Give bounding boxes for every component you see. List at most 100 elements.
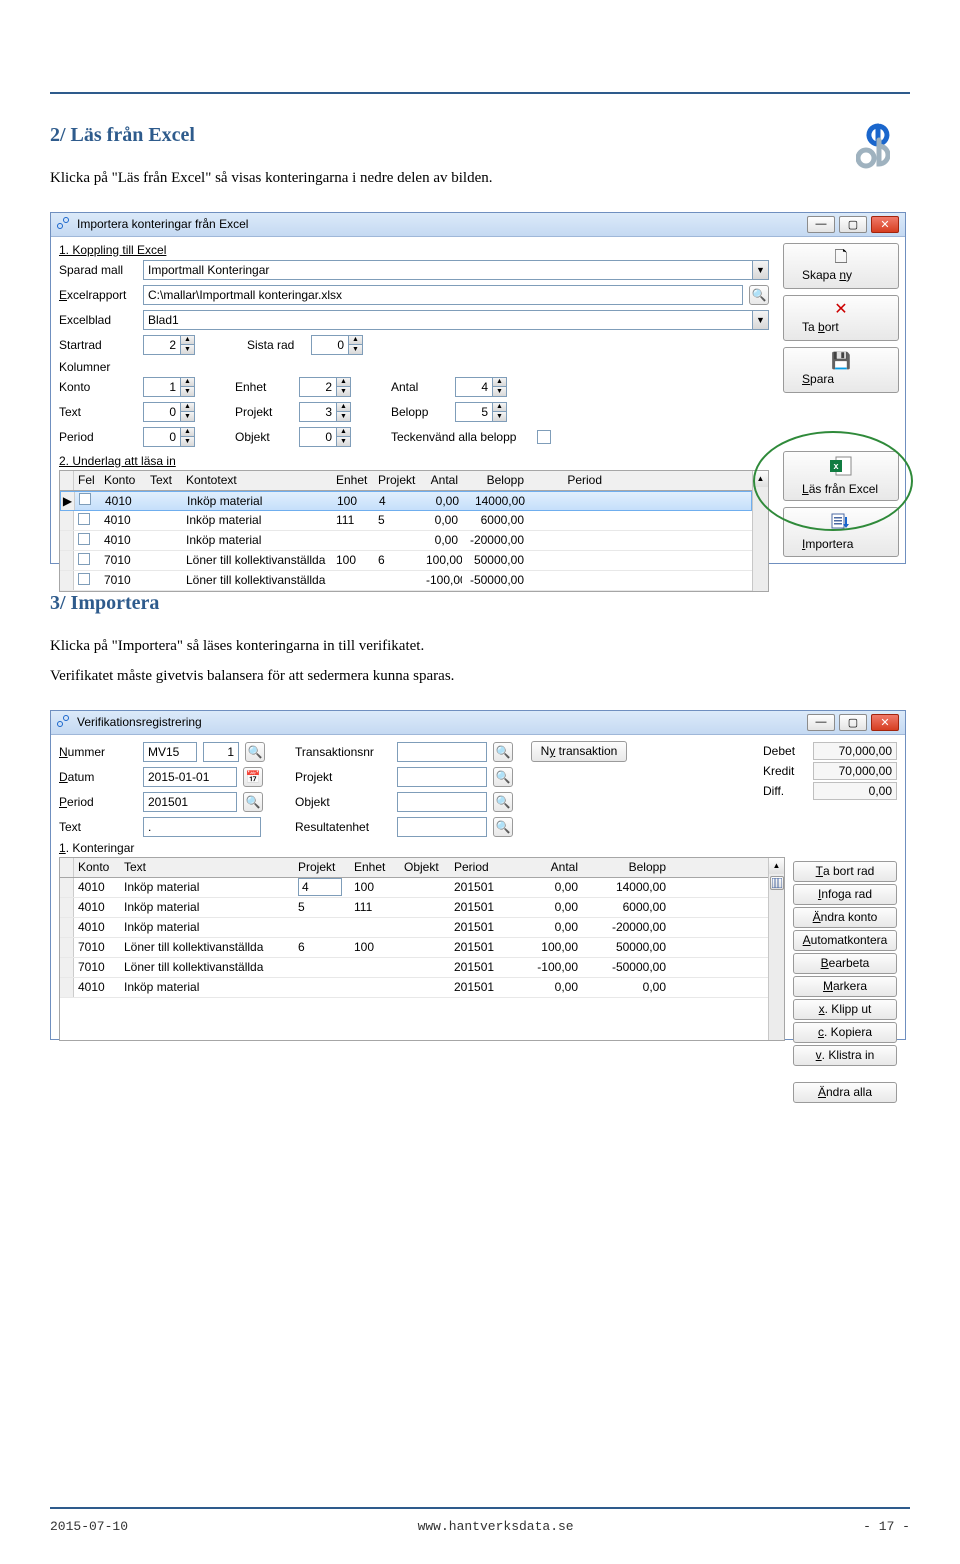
skapa-ny-button[interactable]: 🗋 Skapa ny [783,243,899,289]
chevron-down-icon[interactable]: ▼ [752,261,768,279]
period-field[interactable]: 201501 [143,792,237,812]
col-text[interactable]: Text [120,859,294,875]
teckenvand-checkbox[interactable] [537,430,551,444]
konteringar-grid[interactable]: Konto Text Projekt Enhet Objekt Period A… [59,857,785,1041]
enhet-spinner[interactable]: 2▲▼ [299,377,351,397]
spara-button[interactable]: 💾 Spara [783,347,899,393]
startrad-spinner[interactable]: 2▲▼ [143,335,195,355]
table-row[interactable]: 4010Inköp material51112015010,006000,00 [60,898,768,918]
minimize-button[interactable]: — [807,216,835,233]
nummer-search-button[interactable]: 🔍 [245,742,265,762]
nummer-series-field[interactable]: MV15 [143,742,197,762]
table-row[interactable]: 4010Inköp material2015010,000,00 [60,978,768,998]
table-row[interactable]: 4010Inköp material41002015010,0014000,00 [60,878,768,898]
text-spinner[interactable]: 0▲▼ [143,402,195,422]
col-enhet[interactable]: Enhet [350,859,400,875]
save-icon: 💾 [831,354,851,370]
projekt-field[interactable] [397,767,487,787]
sparad-mall-combo[interactable]: Importmall Konteringar▼ [143,260,769,280]
objekt-field[interactable] [397,792,487,812]
table-row[interactable]: ▶4010Inköp material10040,0014000,00 [60,491,752,511]
excel-icon: x [830,456,852,480]
col-konto[interactable]: Konto [74,859,120,875]
side-button[interactable]: Infoga rad [793,884,897,905]
belopp-spinner[interactable]: 5▲▼ [455,402,507,422]
transaktionsnr-field[interactable] [397,742,487,762]
side-button[interactable]: Ändra alla [793,1082,897,1103]
projekt-search-button[interactable]: 🔍 [493,767,513,787]
debet-label: Debet [763,744,807,758]
resultatenhet-search-button[interactable]: 🔍 [493,817,513,837]
col-konto[interactable]: Konto [100,472,146,488]
underlag-grid[interactable]: Fel Konto Text Kontotext Enhet Projekt A… [59,470,769,592]
excelrapport-label: Excelrapport [59,288,137,302]
table-row[interactable]: 7010Löner till kollektivanställda6100201… [60,938,768,958]
browse-file-button[interactable]: 🔍 [749,285,769,305]
ta-bort-button[interactable]: ✕ Ta bort [783,295,899,341]
projekt-spinner[interactable]: 3▲▼ [299,402,351,422]
text-label: Text [59,820,137,834]
side-button[interactable]: v. Klistra in [793,1045,897,1066]
konto-spinner[interactable]: 1▲▼ [143,377,195,397]
sistarad-spinner[interactable]: 0▲▼ [311,335,363,355]
table-row[interactable]: 7010Löner till kollektivanställda-100,00… [60,571,752,591]
col-enhet[interactable]: Enhet [332,472,374,488]
col-period[interactable]: Period [450,859,510,875]
antal-spinner[interactable]: 4▲▼ [455,377,507,397]
maximize-button[interactable]: ▢ [839,216,867,233]
table-row[interactable]: 4010Inköp material0,00-20000,00 [60,531,752,551]
importera-button[interactable]: Importera [783,507,899,557]
side-button[interactable]: x. Klipp ut [793,999,897,1020]
columns-config-icon[interactable] [770,876,784,890]
col-projekt[interactable]: Projekt [294,859,350,875]
nummer-label: Nummer [59,745,137,759]
side-button[interactable]: Ta bort rad [793,861,897,882]
col-belopp[interactable]: Belopp [462,472,528,488]
col-text[interactable]: Text [146,472,182,488]
period-search-button[interactable]: 🔍 [243,792,263,812]
minimize-button[interactable]: — [807,714,835,731]
excelrapport-field[interactable]: C:\mallar\Importmall konteringar.xlsx [143,285,743,305]
grid-scrollbar[interactable]: ▲ [752,471,768,591]
konteringar-group-label: 1. Konteringar [59,841,134,855]
col-kontotext[interactable]: Kontotext [182,472,332,488]
col-projekt[interactable]: Projekt [374,472,422,488]
page-footer: 2015-07-10 www.hantverksdata.se - 17 - [50,1507,910,1534]
datum-picker-button[interactable]: 📅 [243,767,263,787]
side-button[interactable]: Automatkontera [793,930,897,951]
calendar-icon: 📅 [246,770,261,784]
las-fran-excel-button[interactable]: x Läs från Excel [783,451,899,501]
transaktionsnr-search-button[interactable]: 🔍 [493,742,513,762]
excelblad-combo[interactable]: Blad1▼ [143,310,769,330]
col-antal[interactable]: Antal [510,859,582,875]
table-row[interactable]: 4010Inköp material2015010,00-20000,00 [60,918,768,938]
debet-value: 70,000,00 [813,742,897,760]
grid-scrollbar[interactable]: ▲ [768,858,784,1040]
resultatenhet-field[interactable] [397,817,487,837]
side-button[interactable]: Bearbeta [793,953,897,974]
side-button[interactable]: Ändra konto [793,907,897,928]
ny-transaktion-button[interactable]: Ny transaktion [531,741,627,762]
objekt-spinner[interactable]: 0▲▼ [299,427,351,447]
maximize-button[interactable]: ▢ [839,714,867,731]
objekt-search-button[interactable]: 🔍 [493,792,513,812]
close-button[interactable]: ✕ [871,216,899,233]
table-row[interactable]: 7010Löner till kollektivanställda1006100… [60,551,752,571]
datum-field[interactable]: 2015-01-01 [143,767,237,787]
col-objekt[interactable]: Objekt [400,859,450,875]
diff-value: 0,00 [813,782,897,800]
nummer-seq-field[interactable]: 1 [203,742,239,762]
table-row[interactable]: 7010Löner till kollektivanställda201501-… [60,958,768,978]
text-field[interactable]: . [143,817,261,837]
col-fel[interactable]: Fel [74,472,100,488]
col-period[interactable]: Period [528,472,606,488]
company-logo [856,122,890,173]
table-row[interactable]: 4010Inköp material11150,006000,00 [60,511,752,531]
period-spinner[interactable]: 0▲▼ [143,427,195,447]
side-button[interactable]: c. Kopiera [793,1022,897,1043]
side-button[interactable]: Markera [793,976,897,997]
close-button[interactable]: ✕ [871,714,899,731]
chevron-down-icon[interactable]: ▼ [752,311,768,329]
col-belopp[interactable]: Belopp [582,859,670,875]
col-antal[interactable]: Antal [422,472,462,488]
